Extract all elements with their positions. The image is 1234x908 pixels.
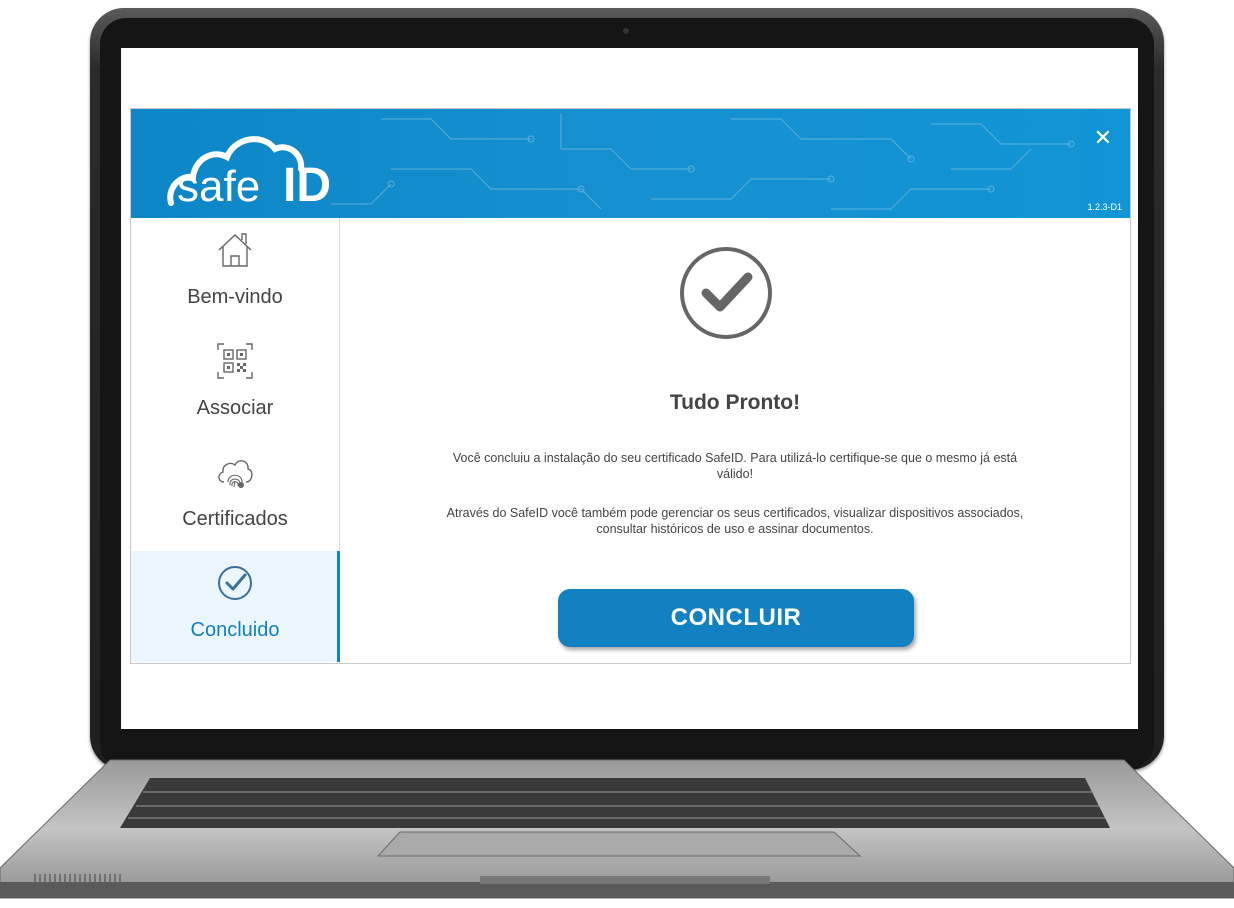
features-message: Através do SafeID você também pode geren… (446, 506, 1024, 536)
sidebar-item-associar[interactable]: Associar (131, 329, 339, 440)
sidebar-item-label: Bem-vindo (187, 286, 283, 308)
sidebar-item-label: Concluido (190, 619, 280, 641)
laptop-screen: safe ID ✕ 1.2.3-D1 Bem-vindo Associar Ce… (121, 48, 1138, 729)
page-title: Tudo Pronto! (669, 391, 801, 414)
concluir-button[interactable]: CONCLUIR (558, 589, 914, 647)
app-header: safe ID ✕ 1.2.3-D1 (131, 109, 1130, 218)
main-content: Tudo Pronto! Você concluiu a instalação … (340, 218, 1130, 663)
version-label: 1.2.3-D1 (1087, 202, 1122, 212)
svg-text:safe: safe (177, 162, 260, 211)
success-check-icon (680, 247, 772, 339)
webcam (623, 28, 629, 34)
qr-code-icon (217, 343, 253, 379)
laptop-base (0, 759, 1234, 899)
sidebar-item-label: Associar (196, 397, 274, 419)
sidebar-item-label: Certificados (182, 508, 288, 530)
safeid-logo: safe ID (167, 136, 331, 211)
sidebar-item-concluido[interactable]: Concluido (131, 551, 340, 662)
home-icon (218, 233, 252, 267)
completion-message: Você concluiu a instalação do seu certif… (452, 451, 1018, 481)
safeid-window: safe ID ✕ 1.2.3-D1 Bem-vindo Associar Ce… (130, 108, 1131, 664)
svg-text:ID: ID (283, 159, 331, 211)
sidebar-item-certificados[interactable]: Certificados (131, 440, 339, 551)
sidebar: Bem-vindo Associar Certificados Concluid… (131, 218, 340, 663)
sidebar-item-bem-vindo[interactable]: Bem-vindo (131, 218, 339, 329)
cloud-fingerprint-icon (218, 460, 253, 488)
close-button[interactable]: ✕ (1092, 127, 1114, 149)
check-circle-icon (218, 566, 252, 600)
